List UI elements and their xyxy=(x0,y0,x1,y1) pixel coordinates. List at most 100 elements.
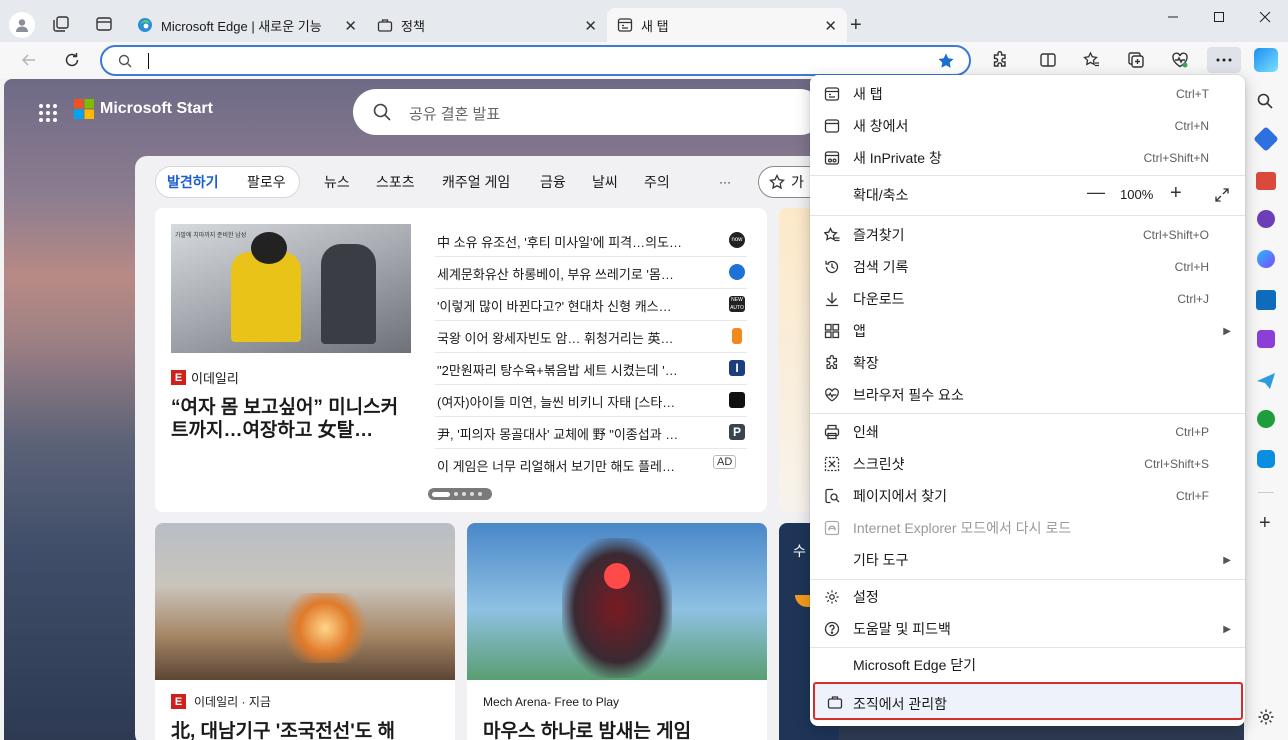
menu-item-settings[interactable]: 설정 xyxy=(810,581,1245,613)
menu-item-inprivate[interactable]: 새 InPrivate 창 Ctrl+Shift+N xyxy=(810,142,1245,174)
headline-8-ad[interactable]: 이 게임은 너무 리얼해서 보기만 해도 플레… xyxy=(437,456,709,475)
pager-dot[interactable] xyxy=(462,492,466,496)
address-bar[interactable] xyxy=(100,45,971,76)
tab-news[interactable]: 뉴스 xyxy=(324,166,350,198)
menu-item-history[interactable]: 검색 기록 Ctrl+H xyxy=(810,251,1245,283)
microsoft365-icon[interactable] xyxy=(1257,250,1275,268)
mech-eye xyxy=(604,563,630,589)
tab-weather[interactable]: 날씨 xyxy=(592,166,618,198)
pager-dot[interactable] xyxy=(470,492,474,496)
close-tab-icon[interactable]: ✕ xyxy=(824,17,837,35)
menu-label: Microsoft Edge 닫기 xyxy=(853,657,977,673)
vertical-tabs-icon[interactable] xyxy=(95,15,113,33)
menu-item-new-tab[interactable]: 새 탭 Ctrl+T xyxy=(810,78,1245,110)
profile-icon[interactable] xyxy=(9,12,35,38)
menu-item-new-window[interactable]: 새 창에서 Ctrl+N xyxy=(810,110,1245,142)
close-tab-icon[interactable]: ✕ xyxy=(584,17,597,35)
ad-card[interactable]: Mech Arena- Free to Play 마우스 하나로 밤새는 게임 xyxy=(467,523,767,740)
tab-policy[interactable]: 정책 ✕ xyxy=(367,8,607,42)
card-headline: 마우스 하나로 밤새는 게임 xyxy=(483,721,692,740)
menu-item-print[interactable]: 인쇄 Ctrl+P xyxy=(810,416,1245,448)
new-tab-button[interactable]: + xyxy=(850,14,862,37)
copilot-icon[interactable] xyxy=(1254,48,1278,72)
outlook-icon[interactable] xyxy=(1256,290,1276,310)
menu-item-find-on-page[interactable]: 페이지에서 찾기 Ctrl+F xyxy=(810,480,1245,512)
tab-casual-games[interactable]: 캐주얼 게임 xyxy=(442,166,510,198)
maximize-button[interactable] xyxy=(1196,0,1242,34)
carousel-pager[interactable] xyxy=(428,488,492,500)
pager-dot[interactable] xyxy=(454,492,458,496)
tab-follow[interactable]: 팔로우 xyxy=(247,166,286,198)
menu-shortcut: Ctrl+Shift+S xyxy=(1144,457,1209,471)
tab-notice[interactable]: 주의 xyxy=(644,166,670,198)
headline-4[interactable]: 국왕 이어 왕세자빈도 암… 휘청거리는 英… xyxy=(437,328,727,347)
headline-5[interactable]: "2만원짜리 탕수육+볶음밥 세트 시켰는데 '… xyxy=(437,360,727,379)
menu-item-more-tools[interactable]: 기타 도구 ▶ xyxy=(810,544,1245,576)
minimize-button[interactable] xyxy=(1150,0,1196,34)
favorites-icon[interactable] xyxy=(1077,47,1107,73)
extensions-icon[interactable] xyxy=(985,47,1015,73)
mech-image xyxy=(467,523,767,680)
designer-icon[interactable] xyxy=(1257,330,1275,348)
card-peek-label: 수 xyxy=(793,543,806,559)
close-window-button[interactable] xyxy=(1242,0,1288,34)
collections-icon[interactable] xyxy=(1121,47,1151,73)
headline-2[interactable]: 세계문화유산 하롱베이, 부유 쓰레기로 '몸… xyxy=(437,264,727,283)
settings-and-more-button[interactable] xyxy=(1207,47,1241,73)
tools-icon[interactable] xyxy=(1256,172,1276,190)
tab-finance[interactable]: 금융 xyxy=(540,166,566,198)
headline-6[interactable]: (여자)아이들 미연, 늘씬 비키니 자태 [스타… xyxy=(437,392,727,411)
brand[interactable]: Microsoft Start xyxy=(74,99,213,119)
app-launcher-icon[interactable] xyxy=(38,103,58,123)
sidebar-settings-icon[interactable] xyxy=(1257,708,1275,726)
refresh-button[interactable] xyxy=(57,47,87,73)
back-button[interactable] xyxy=(14,47,44,73)
headline-3[interactable]: '이렇게 많이 바뀐다고?' 현대차 신형 캐스… xyxy=(437,296,727,315)
headline-7[interactable]: 尹, '피의자 몽골대사' 교체에 野 "이종섭과 … xyxy=(437,424,727,443)
address-input[interactable] xyxy=(148,50,908,72)
news-card[interactable]: E 이데일리 · 지금 北, 대남기구 '조국전선'도 해 xyxy=(155,523,455,740)
split-screen-icon[interactable] xyxy=(1033,47,1063,73)
tab-sports[interactable]: 스포츠 xyxy=(376,166,415,198)
favorite-star-icon[interactable] xyxy=(937,52,955,70)
divider xyxy=(435,384,747,385)
web-search-box[interactable]: 공유 결혼 발표 xyxy=(353,89,823,135)
menu-item-favorites[interactable]: 즐겨찾기 Ctrl+Shift+O xyxy=(810,219,1245,251)
browser-essentials-icon[interactable] xyxy=(1165,47,1195,73)
menu-item-extensions[interactable]: 확장 xyxy=(810,347,1245,379)
pager-dot[interactable] xyxy=(478,492,482,496)
menu-item-help-feedback[interactable]: 도움말 및 피드백 ▶ xyxy=(810,613,1245,645)
tree-icon[interactable] xyxy=(1257,410,1275,428)
menu-item-screenshot[interactable]: 스크린샷 Ctrl+Shift+S xyxy=(810,448,1245,480)
close-tab-icon[interactable]: ✕ xyxy=(344,17,357,35)
tab-whats-new[interactable]: Microsoft Edge | 새로운 기능 ✕ xyxy=(127,8,367,42)
menu-item-downloads[interactable]: 다운로드 Ctrl+J xyxy=(810,283,1245,315)
fullscreen-icon[interactable] xyxy=(1214,187,1230,203)
featured-headline[interactable]: “여자 몸 보고싶어” 미니스커트까지…여장하고 女탈… xyxy=(171,396,415,444)
add-sidebar-app-icon[interactable]: + xyxy=(1259,512,1271,535)
menu-label: 확대/축소 xyxy=(853,187,909,203)
missile-image xyxy=(155,523,455,680)
search-icon[interactable] xyxy=(1256,92,1274,110)
tab-new-tab[interactable]: 새 탭 ✕ xyxy=(607,8,847,42)
menu-item-browser-essentials[interactable]: 브라우저 필수 요소 xyxy=(810,379,1245,411)
workspaces-icon[interactable] xyxy=(52,15,70,33)
managed-by-organization[interactable]: 조직에서 관리함 xyxy=(813,682,1243,720)
featured-image[interactable]: 가발에 치마까지 준비한 남성 xyxy=(171,224,411,353)
divider xyxy=(435,288,747,289)
history-icon xyxy=(824,259,840,275)
send-icon[interactable] xyxy=(1256,372,1276,390)
menu-item-apps[interactable]: 앱 ▶ xyxy=(810,315,1245,347)
tab-discover[interactable]: 발견하기 xyxy=(167,166,219,198)
pager-dot-active[interactable] xyxy=(432,491,450,497)
headline-1[interactable]: 中 소유 유조선, '후티 미사일'에 피격…의도… xyxy=(437,232,727,251)
menu-label: 브라우저 필수 요소 xyxy=(853,387,964,403)
skype-icon[interactable] xyxy=(1257,450,1275,468)
menu-item-close-edge[interactable]: Microsoft Edge 닫기 xyxy=(810,649,1245,681)
new-tab-icon xyxy=(824,86,840,102)
menu-shortcut: Ctrl+T xyxy=(1176,87,1209,101)
zoom-in-button[interactable]: + xyxy=(1170,182,1182,205)
zoom-out-button[interactable]: — xyxy=(1087,182,1105,203)
more-tabs-button[interactable]: ··· xyxy=(719,166,731,198)
games-icon[interactable] xyxy=(1257,210,1275,228)
